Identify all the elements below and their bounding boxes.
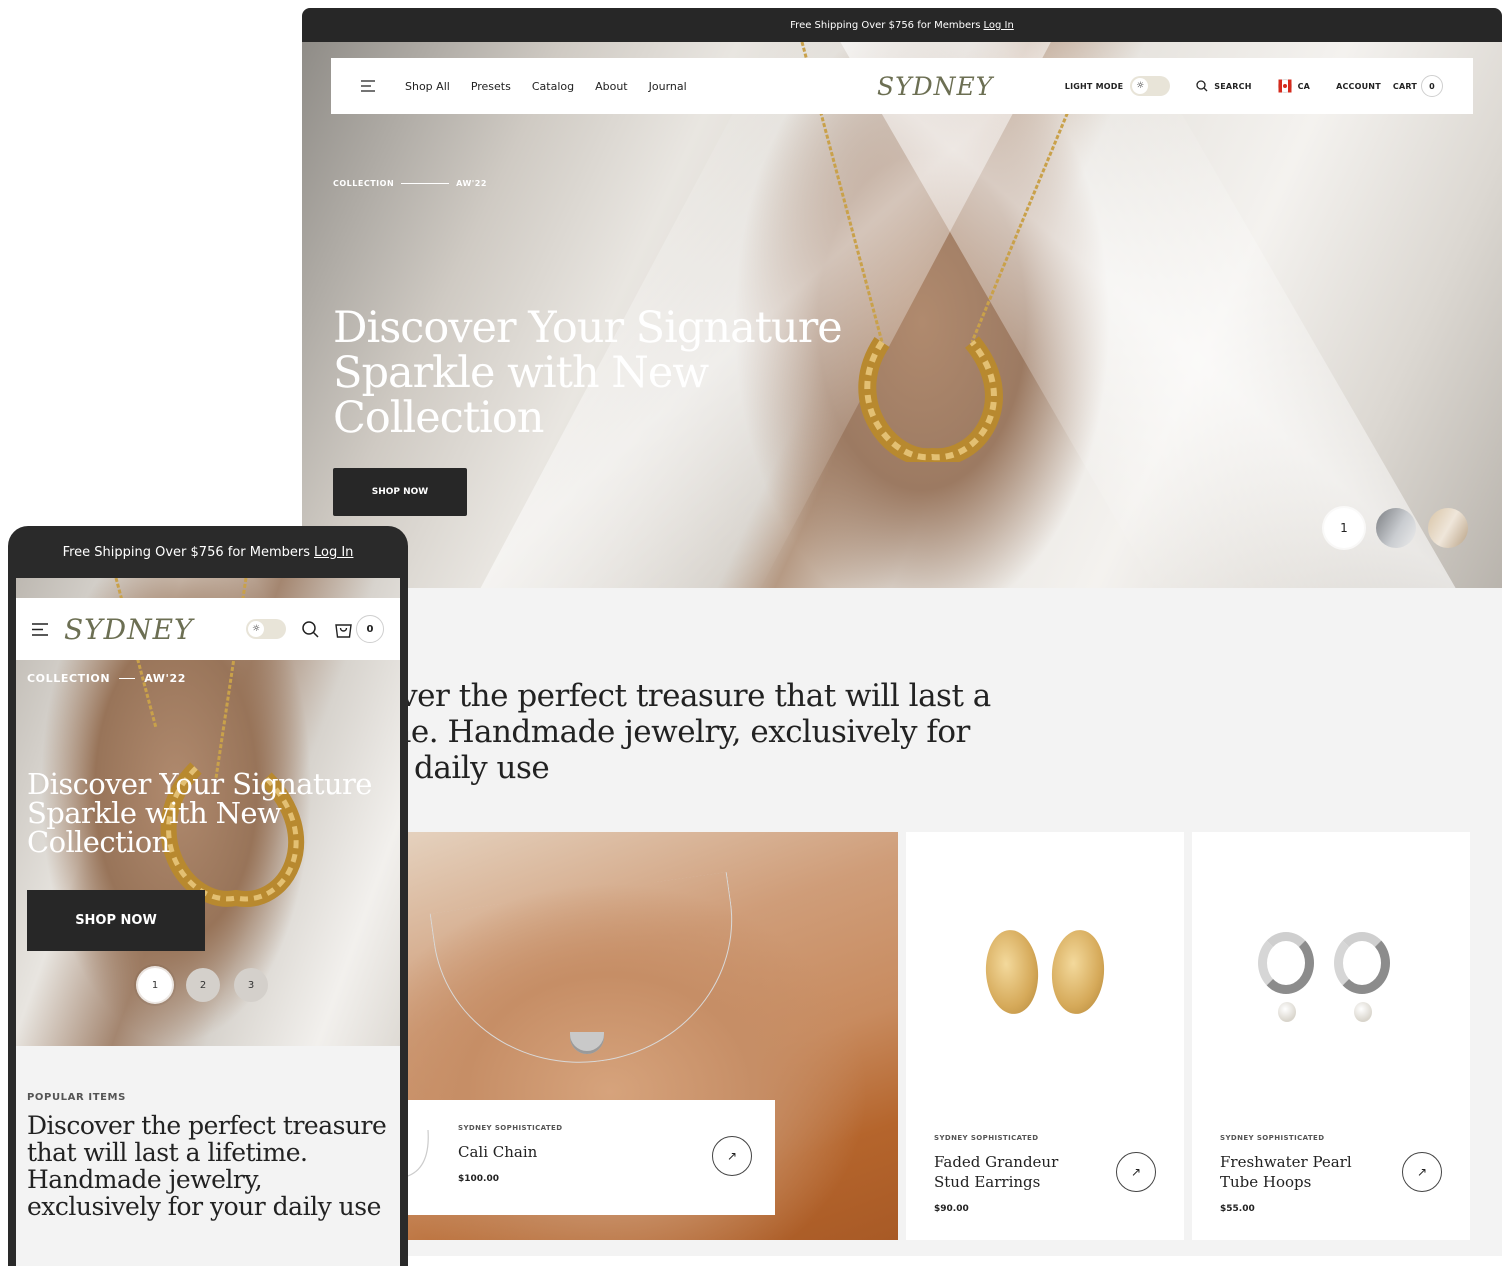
product-info-panel: SYDNEY SOPHISTICATED Cali Chain $100.00 … — [400, 1100, 775, 1215]
product-price: $55.00 — [1220, 1204, 1255, 1214]
nav-actions: LIGHT MODE ☼ SEARCH CA ACCOUNT CART 0 — [1065, 58, 1443, 114]
cart-count-badge[interactable]: 0 — [356, 615, 384, 643]
hero-slider-dots: 1 2 3 — [138, 968, 268, 1002]
slide-thumb-3[interactable] — [1428, 508, 1468, 548]
pearl-image — [1354, 1002, 1372, 1022]
sun-icon: ☼ — [1132, 78, 1149, 94]
product-name[interactable]: Freshwater Pearl Tube Hoops — [1220, 1152, 1390, 1192]
hoop-earring-image — [1258, 932, 1314, 994]
slide-dot-1[interactable]: 1 — [1324, 508, 1364, 548]
intro-text: over the perfect treasure that will last… — [382, 678, 1082, 786]
product-brand: SYDNEY SOPHISTICATED — [934, 1134, 1039, 1142]
eyebrow-collection: COLLECTION — [27, 672, 111, 685]
eyebrow-divider — [401, 183, 450, 184]
hero-slider-dots: 1 — [1324, 508, 1468, 548]
nav-journal[interactable]: Journal — [649, 80, 687, 93]
announcement-text: Free Shipping Over $756 for Members — [62, 544, 310, 560]
intro-line: me. Handmade jewelry, exclusively for — [382, 714, 970, 750]
announcement-text: Free Shipping Over $756 for Members — [790, 19, 981, 31]
slide-dot-1[interactable]: 1 — [138, 968, 172, 1002]
nav-presets[interactable]: Presets — [471, 80, 511, 93]
eyebrow-divider — [119, 678, 136, 679]
eyebrow-season: AW'22 — [456, 179, 487, 188]
login-link[interactable]: Log In — [314, 545, 353, 560]
popular-items-label: POPULAR ITEMS — [27, 1092, 126, 1103]
hero-section: SYDNEY ☼ 0 COLLECTION AW'22 Discover You… — [16, 578, 400, 1046]
announcement-bar: Free Shipping Over $756 for Members Log … — [302, 8, 1502, 42]
product-info: SYDNEY SOPHISTICATED Freshwater Pearl Tu… — [1220, 1134, 1390, 1214]
slide-thumb-2[interactable] — [1376, 508, 1416, 548]
product-brand: SYDNEY SOPHISTICATED — [458, 1124, 563, 1132]
intro-text: Discover the perfect treasure that will … — [27, 1111, 387, 1221]
sun-icon: ☼ — [248, 621, 264, 637]
hero-eyebrow: COLLECTION AW'22 — [27, 672, 186, 685]
menu-icon[interactable] — [361, 80, 375, 92]
canada-flag-icon[interactable] — [1277, 79, 1292, 93]
brand-logo[interactable]: SYDNEY — [64, 613, 194, 646]
country-label[interactable]: CA — [1298, 82, 1310, 91]
search-icon[interactable] — [1196, 80, 1208, 92]
nav-about[interactable]: About — [595, 80, 628, 93]
hero-section: Shop All Presets Catalog About Journal S… — [302, 42, 1502, 588]
product-card[interactable]: SYDNEY SOPHISTICATED Freshwater Pearl Tu… — [1192, 832, 1470, 1240]
nav-shop-all[interactable]: Shop All — [405, 80, 450, 93]
pearl-image — [1278, 1002, 1296, 1022]
product-info: SYDNEY SOPHISTICATED Faded Grandeur Stud… — [934, 1134, 1094, 1214]
popular-items-section: POPULAR ITEMS Discover the perfect treas… — [16, 1046, 400, 1266]
brand-logo[interactable]: SYDNEY — [877, 72, 993, 101]
hero-title: Discover Your Signature Sparkle with New… — [27, 767, 372, 859]
shop-now-button[interactable]: SHOP NOW — [333, 468, 467, 516]
product-card[interactable]: SYDNEY SOPHISTICATED Faded Grandeur Stud… — [906, 832, 1184, 1240]
cart-link[interactable]: CART — [1393, 82, 1417, 91]
intro-line: daily use — [414, 750, 550, 786]
main-navigation: Shop All Presets Catalog About Journal S… — [331, 58, 1473, 114]
hero-title: Discover Your Signature Sparkle with New… — [333, 303, 843, 443]
nav-catalog[interactable]: Catalog — [532, 80, 574, 93]
product-card-featured[interactable]: SYDNEY SOPHISTICATED Cali Chain $100.00 … — [400, 832, 898, 1240]
desktop-preview: Free Shipping Over $756 for Members Log … — [302, 8, 1502, 1256]
product-brand: SYDNEY SOPHISTICATED — [1220, 1134, 1325, 1142]
product-price: $90.00 — [934, 1204, 969, 1214]
search-icon[interactable] — [302, 620, 319, 638]
gold-earring-image — [983, 928, 1041, 1016]
cart-icon[interactable] — [335, 621, 352, 638]
arrow-up-right-icon[interactable]: ↗ — [1116, 1152, 1156, 1192]
hero-eyebrow: COLLECTION AW'22 — [333, 179, 487, 188]
arrow-up-right-icon[interactable]: ↗ — [712, 1136, 752, 1176]
search-label[interactable]: SEARCH — [1214, 82, 1251, 91]
eyebrow-collection: COLLECTION — [333, 179, 395, 188]
login-link[interactable]: Log In — [984, 20, 1014, 31]
product-name[interactable]: Faded Grandeur Stud Earrings — [934, 1152, 1094, 1192]
intro-line: over the perfect treasure that will last… — [382, 678, 991, 714]
slide-dot-3[interactable]: 3 — [234, 968, 268, 1002]
mobile-navigation: SYDNEY ☼ 0 — [16, 598, 400, 660]
slide-dot-2[interactable]: 2 — [186, 968, 220, 1002]
gold-earring-image — [1049, 928, 1107, 1016]
arrow-up-right-icon[interactable]: ↗ — [1402, 1152, 1442, 1192]
menu-icon[interactable] — [32, 622, 48, 636]
announcement-bar: Free Shipping Over $756 for Members Log … — [8, 526, 408, 578]
hoop-earring-image — [1334, 932, 1390, 994]
light-mode-toggle[interactable]: ☼ — [1130, 76, 1171, 96]
account-link[interactable]: ACCOUNT — [1336, 82, 1381, 91]
light-mode-label: LIGHT MODE — [1064, 81, 1124, 91]
eyebrow-season: AW'22 — [144, 672, 187, 685]
mobile-preview: Free Shipping Over $756 for Members Log … — [8, 526, 408, 1266]
shop-now-button[interactable]: SHOP NOW — [27, 890, 205, 951]
light-mode-toggle[interactable]: ☼ — [246, 619, 286, 639]
cart-count-badge[interactable]: 0 — [1421, 75, 1443, 97]
